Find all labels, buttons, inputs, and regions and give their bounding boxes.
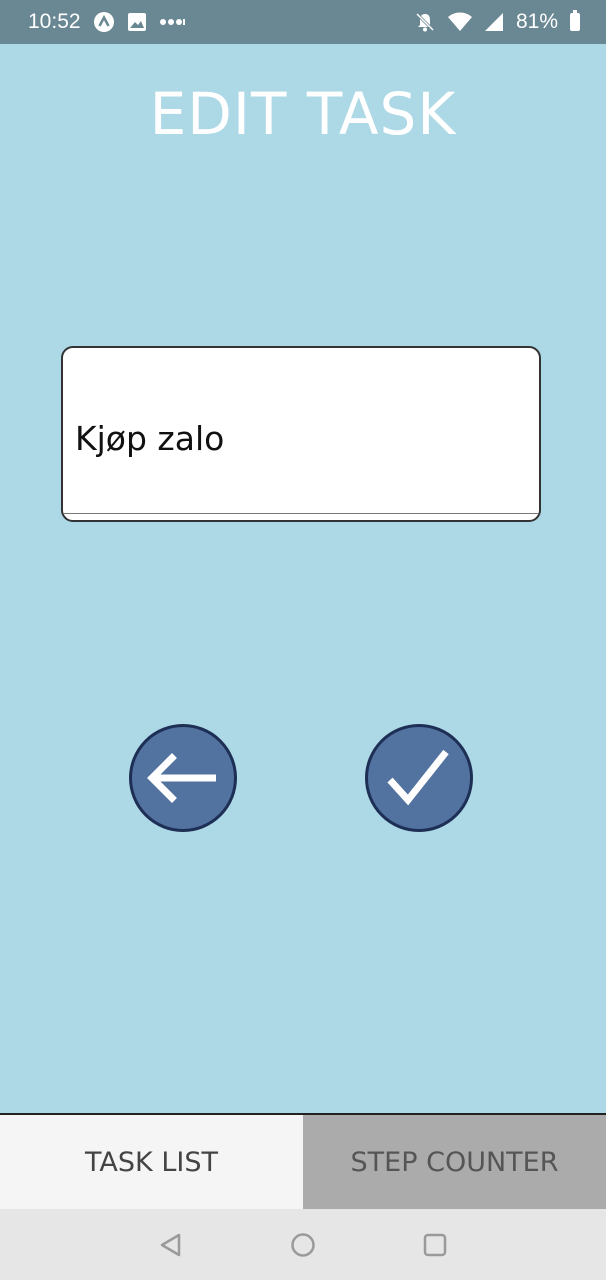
arrow-left-icon	[147, 753, 216, 803]
wifi-icon	[447, 12, 472, 32]
image-icon	[127, 12, 147, 32]
tab-task-list[interactable]: TASK LIST	[0, 1115, 303, 1209]
task-name-input[interactable]	[75, 398, 525, 478]
battery-percent: 81%	[515, 10, 558, 33]
task-field-container	[61, 346, 541, 522]
back-button[interactable]	[129, 724, 237, 832]
bottom-tab-bar: TASK LIST STEP COUNTER	[0, 1113, 606, 1209]
status-left: 10:52	[28, 10, 185, 34]
tab-step-counter[interactable]: STEP COUNTER	[303, 1115, 606, 1209]
app-a-icon	[93, 11, 115, 33]
system-nav-bar	[0, 1209, 606, 1280]
status-bar: 10:52 81%	[0, 0, 606, 44]
nav-recents-icon[interactable]	[417, 1227, 453, 1263]
nav-home-icon[interactable]	[285, 1227, 321, 1263]
status-right: 81%	[414, 10, 580, 34]
bell-muted-icon	[414, 11, 436, 33]
confirm-button[interactable]	[365, 724, 473, 832]
checkmark-icon	[387, 749, 449, 806]
more-dots-icon	[159, 17, 185, 27]
signal-icon	[484, 12, 504, 32]
status-time: 10:52	[28, 10, 81, 33]
input-underline	[63, 513, 539, 514]
main-content: EDIT TASK	[0, 44, 606, 1113]
page-title: EDIT TASK	[149, 80, 457, 148]
battery-icon	[570, 10, 580, 31]
nav-back-icon[interactable]	[153, 1227, 189, 1263]
